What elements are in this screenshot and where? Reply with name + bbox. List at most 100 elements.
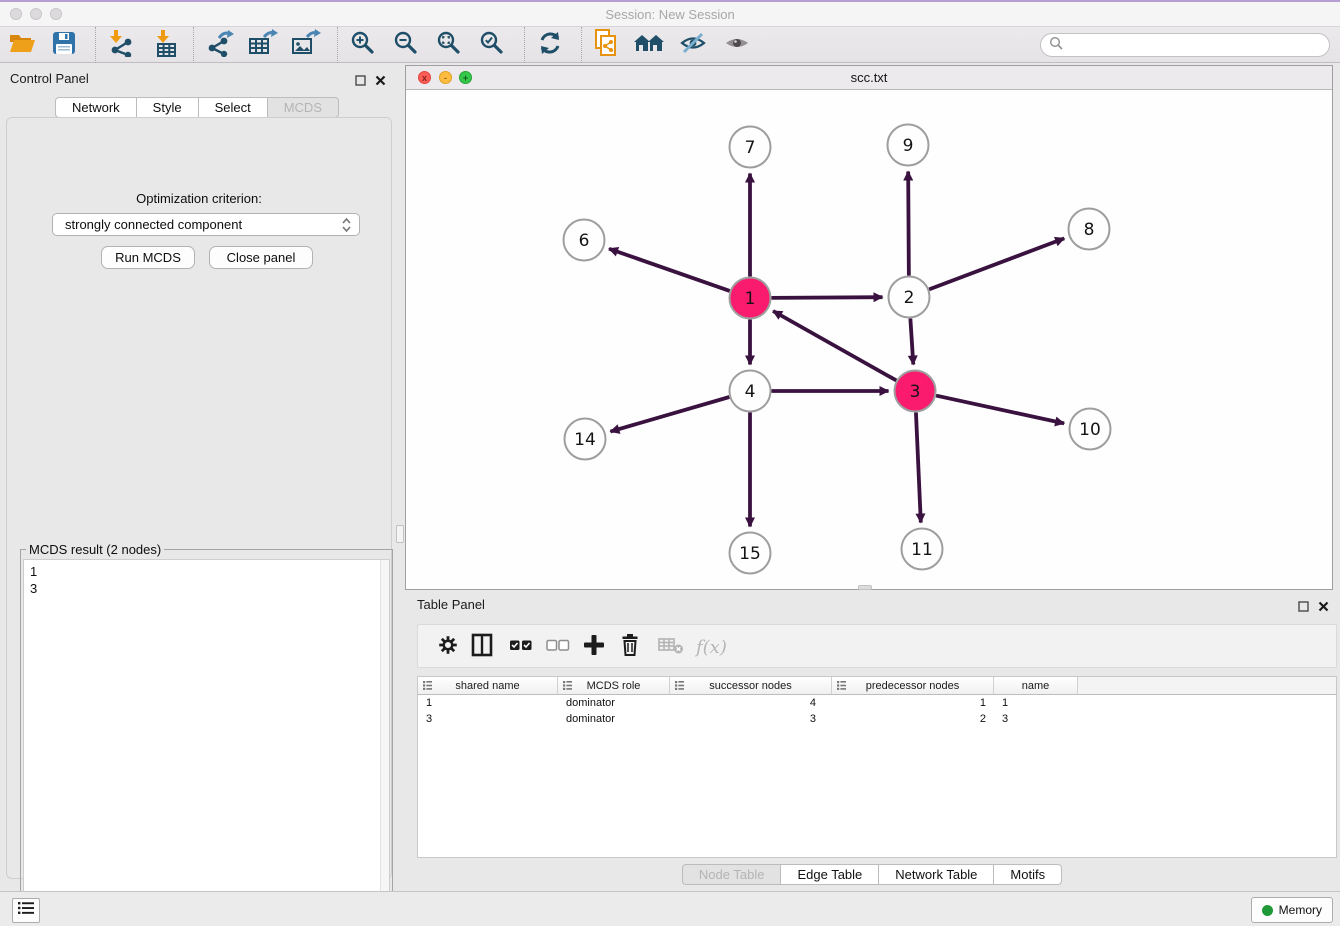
hide-selected-button[interactable] (676, 30, 710, 60)
cell-shared-name[interactable]: 1 (418, 695, 558, 711)
cell-successor-nodes[interactable]: 4 (670, 695, 832, 711)
export-table-button[interactable] (246, 30, 280, 60)
export-image-icon (291, 29, 321, 62)
checked-boxes-icon (509, 638, 533, 657)
memory-button[interactable]: Memory (1251, 897, 1333, 923)
cell-name[interactable]: 3 (994, 711, 1078, 727)
window-close-button[interactable] (10, 8, 22, 20)
float-panel-icon[interactable] (355, 73, 367, 85)
zoom-out-button[interactable] (389, 30, 423, 60)
graph-edge-3-10[interactable] (936, 396, 1064, 424)
column-header-mcds-role[interactable]: MCDS role (558, 677, 670, 694)
graph-node-label-9: 9 (903, 136, 914, 156)
deselect-all-button[interactable] (546, 633, 570, 661)
cell-shared-name[interactable]: 3 (418, 711, 558, 727)
show-hidden-button[interactable] (720, 30, 754, 60)
tab-select[interactable]: Select (198, 97, 268, 118)
export-image-button[interactable] (289, 30, 323, 60)
zoom-selected-button[interactable] (475, 30, 509, 60)
home-view-button[interactable] (632, 30, 666, 60)
window-minimize-button[interactable] (30, 8, 42, 20)
clone-network-button[interactable] (589, 30, 623, 60)
cell-name[interactable]: 1 (994, 695, 1078, 711)
network-minimize-button[interactable]: - (439, 71, 452, 84)
graph-edge-2-9[interactable] (908, 171, 909, 275)
graph-edge-3-1[interactable] (773, 311, 896, 380)
refresh-view-button[interactable] (533, 30, 567, 60)
toolbar-separator (193, 27, 194, 63)
graph-node-label-4: 4 (745, 382, 756, 402)
open-session-button[interactable] (5, 30, 39, 60)
zoom-in-icon (351, 31, 375, 60)
graph-edge-1-6[interactable] (609, 249, 730, 291)
network-window-titlebar[interactable]: x - + scc.txt (406, 66, 1332, 90)
column-header-name[interactable]: name (994, 677, 1078, 694)
tab-node-table[interactable]: Node Table (682, 864, 782, 885)
mcds-result-textarea[interactable]: 1 3 (23, 559, 390, 920)
add-column-button[interactable] (583, 633, 605, 661)
run-mcds-button[interactable]: Run MCDS (101, 246, 195, 269)
cell-predecessor-nodes[interactable]: 2 (832, 711, 994, 727)
import-table-button[interactable] (149, 30, 183, 60)
cell-mcds-role[interactable]: dominator (558, 695, 670, 711)
mcds-result-title: MCDS result (2 nodes) (26, 542, 164, 557)
memory-status-dot (1262, 905, 1273, 916)
column-header-successor-nodes[interactable]: successor nodes (670, 677, 832, 694)
cell-successor-nodes[interactable]: 3 (670, 711, 832, 727)
zoom-in-button[interactable] (346, 30, 380, 60)
table-row[interactable]: 1 dominator 4 1 1 (418, 695, 1336, 711)
export-network-button[interactable] (203, 30, 237, 60)
column-type-icon (423, 681, 432, 693)
graph-edge-1-2[interactable] (771, 297, 882, 298)
search-input[interactable] (1067, 38, 1329, 52)
close-panel-button[interactable]: Close panel (209, 246, 313, 269)
criterion-select[interactable]: strongly connected component (52, 213, 360, 236)
global-search[interactable] (1040, 33, 1330, 57)
delete-column-button[interactable] (620, 633, 640, 661)
task-history-button[interactable] (12, 898, 40, 923)
cell-predecessor-nodes[interactable]: 1 (832, 695, 994, 711)
float-table-panel-icon[interactable] (1298, 599, 1310, 611)
tab-style[interactable]: Style (136, 97, 199, 118)
gear-icon (436, 633, 460, 662)
graph-node-label-1: 1 (745, 289, 756, 309)
network-splitter-grip[interactable] (858, 585, 872, 590)
network-canvas[interactable]: 7968124314101511 (406, 90, 1332, 589)
result-scrollbar[interactable] (380, 560, 389, 919)
toolbar-separator (581, 27, 582, 63)
tab-network[interactable]: Network (55, 97, 137, 118)
column-type-icon (563, 681, 572, 693)
tab-network-table[interactable]: Network Table (878, 864, 994, 885)
column-label: MCDS role (587, 680, 641, 692)
column-header-shared-name[interactable]: shared name (418, 677, 558, 694)
cell-mcds-role[interactable]: dominator (558, 711, 670, 727)
graph-edge-2-3[interactable] (910, 318, 913, 364)
panel-splitter-grip[interactable] (396, 525, 404, 543)
save-session-button[interactable] (47, 30, 81, 60)
tab-edge-table[interactable]: Edge Table (780, 864, 879, 885)
select-all-button[interactable] (509, 633, 533, 661)
zoom-out-icon (394, 31, 418, 60)
graph-edge-3-11[interactable] (916, 412, 921, 522)
graph-edge-2-8[interactable] (929, 238, 1064, 289)
table-settings-button[interactable] (436, 633, 460, 661)
toolbar-separator (95, 27, 96, 63)
toolbar-separator (524, 27, 525, 63)
close-table-panel-icon[interactable] (1318, 599, 1330, 611)
network-close-button[interactable]: x (418, 71, 431, 84)
zoom-fit-button[interactable] (432, 30, 466, 60)
network-maximize-button[interactable]: + (459, 71, 472, 84)
import-network-button[interactable] (104, 30, 138, 60)
close-panel-icon[interactable] (375, 73, 387, 85)
tab-motifs[interactable]: Motifs (993, 864, 1062, 885)
graph-node-label-3: 3 (910, 382, 921, 402)
graph-edge-4-14[interactable] (610, 397, 729, 432)
window-zoom-button[interactable] (50, 8, 62, 20)
table-panel-title: Table Panel (417, 597, 485, 612)
column-header-predecessor-nodes[interactable]: predecessor nodes (832, 677, 994, 694)
table-row[interactable]: 3 dominator 3 2 3 (418, 711, 1336, 727)
search-icon (1049, 36, 1063, 55)
export-network-icon (206, 29, 234, 62)
tab-mcds[interactable]: MCDS (267, 97, 339, 118)
show-columns-button[interactable] (471, 633, 493, 661)
